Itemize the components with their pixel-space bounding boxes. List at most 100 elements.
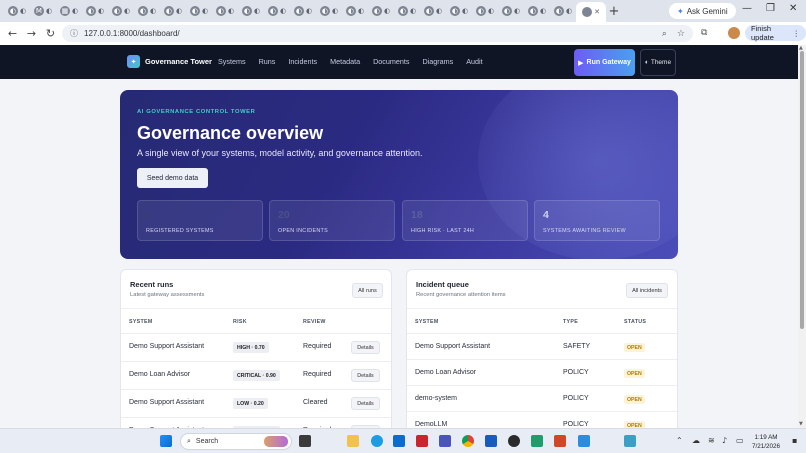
- status-badge: OPEN: [624, 421, 645, 428]
- file-explorer-icon[interactable]: [347, 435, 359, 447]
- table-row[interactable]: Demo Support Assistant SAFETY OPEN: [407, 334, 677, 360]
- task-view-icon[interactable]: [299, 435, 311, 447]
- table-row[interactable]: demo-system POLICY OPEN: [407, 386, 677, 412]
- browser-tab[interactable]: ◐ ◐: [550, 0, 576, 22]
- extensions-icon[interactable]: ⧉: [701, 28, 707, 38]
- back-icon[interactable]: ←: [3, 27, 22, 40]
- mcafee-icon[interactable]: [416, 435, 428, 447]
- browser-tab[interactable]: ◐ ◐: [238, 0, 264, 22]
- address-bar[interactable]: ⓘ 127.0.0.1:8000/dashboard/ ⌕ ☆: [62, 25, 693, 42]
- taskbar-search[interactable]: ⌕ Search: [180, 433, 292, 450]
- tray-chevron-icon[interactable]: ⌃: [676, 436, 683, 445]
- table-row[interactable]: Demo Loan Advisor POLICY OPEN: [407, 360, 677, 386]
- reload-icon[interactable]: ↻: [41, 27, 60, 40]
- tab-favicon-icon: ◐: [449, 6, 460, 16]
- browser-tab[interactable]: ◐ ◐: [134, 0, 160, 22]
- brand[interactable]: ✦ Governance Tower: [127, 55, 212, 68]
- browser-tab[interactable]: ◐ ◐: [186, 0, 212, 22]
- vscode-icon[interactable]: [578, 435, 590, 447]
- bookmark-star-icon[interactable]: ☆: [677, 29, 685, 39]
- start-icon[interactable]: [160, 435, 172, 447]
- all-incidents-button[interactable]: All incidents: [626, 283, 668, 298]
- all-runs-button[interactable]: All runs: [352, 283, 383, 298]
- browser-tab[interactable]: ◐ ◐: [498, 0, 524, 22]
- chatgpt-icon[interactable]: [508, 435, 520, 447]
- browser-tab[interactable]: ◐ ◐: [212, 0, 238, 22]
- battery-icon[interactable]: ▭: [736, 436, 744, 445]
- weather-icon[interactable]: ☁: [692, 436, 700, 445]
- browser-tab[interactable]: ◐ ◐: [472, 0, 498, 22]
- tab-active[interactable]: ✕: [576, 2, 606, 22]
- browser-tab[interactable]: ◐ ◐: [368, 0, 394, 22]
- table-row[interactable]: DemoLLM POLICY OPEN: [407, 412, 677, 428]
- browser-tab[interactable]: ◐ ◐: [394, 0, 420, 22]
- app-icon[interactable]: [624, 435, 636, 447]
- browser-tab[interactable]: ◐ ◐: [342, 0, 368, 22]
- excel-icon[interactable]: [531, 435, 543, 447]
- profile-avatar[interactable]: [728, 27, 740, 39]
- tab-favicon-icon: ◐: [241, 6, 252, 16]
- browser-tab[interactable]: ◐ ◐: [316, 0, 342, 22]
- wifi-icon[interactable]: ≋: [708, 436, 715, 445]
- moon-icon: ◐: [644, 59, 649, 66]
- maximize-icon[interactable]: ❐: [766, 3, 775, 14]
- details-button[interactable]: Details: [351, 369, 380, 382]
- zoom-icon[interactable]: ⌕: [662, 29, 667, 39]
- nav-link-diagrams[interactable]: Diagrams: [422, 57, 453, 66]
- seed-demo-data-button[interactable]: Seed demo data: [137, 168, 208, 188]
- system-clock[interactable]: 1:19 AM 7/21/2026: [752, 433, 780, 451]
- browser-tab[interactable]: ◐ ◐: [4, 0, 30, 22]
- tab-icon: ◐: [253, 7, 261, 15]
- nav-link-systems[interactable]: Systems: [218, 57, 246, 66]
- nav-link-documents[interactable]: Documents: [373, 57, 409, 66]
- tab-icon: ◐: [409, 7, 417, 15]
- forward-icon[interactable]: →: [22, 27, 41, 40]
- details-button[interactable]: Details: [351, 397, 380, 410]
- browser-tab[interactable]: ◐ ◐: [446, 0, 472, 22]
- browser-tab-strip: ◐ ◐ M ◐ ▦ ◐ ◐ ◐ ◐ ◐ ◐ ◐ ◐ ◐ ◐ ◐ ◐ ◐ ◐ ◐ ◐ ◐ ◐ ◐ ◐ ◐ ◐ ◐ ◐ ◐ ◐ ◐ ◐ ◐ ◐ ◐ ◐ ◐ ◐ ◐…: [0, 0, 806, 22]
- notifications-icon[interactable]: ▪: [792, 436, 797, 445]
- risk-badge: HIGH · 0.70: [233, 342, 269, 353]
- volume-icon[interactable]: ♪: [722, 436, 727, 445]
- store-icon[interactable]: [393, 435, 405, 447]
- chrome-icon[interactable]: [462, 435, 474, 447]
- teams-icon[interactable]: [439, 435, 451, 447]
- stat-registered-systems: 6 REGISTERED SYSTEMS: [137, 200, 263, 241]
- browser-tab[interactable]: ◐ ◐: [290, 0, 316, 22]
- browser-tab[interactable]: ◐ ◐: [524, 0, 550, 22]
- browser-tab[interactable]: ◐ ◐: [264, 0, 290, 22]
- nav-link-metadata[interactable]: Metadata: [330, 57, 360, 66]
- table-row: Demo Support AssistantCRITICAL · 0.90Req…: [121, 418, 391, 428]
- details-button[interactable]: Details: [351, 341, 380, 354]
- window-close-icon[interactable]: ✕: [789, 3, 797, 14]
- nav-link-runs[interactable]: Runs: [259, 57, 276, 66]
- browser-menu-icon[interactable]: ⋮: [793, 29, 801, 38]
- stat-label: SYSTEMS AWAITING REVIEW: [543, 228, 626, 234]
- browser-tab[interactable]: ▦ ◐: [56, 0, 82, 22]
- word-icon[interactable]: [485, 435, 497, 447]
- finish-update-button[interactable]: Finish update ⋮: [745, 24, 806, 42]
- browser-tab[interactable]: M ◐: [30, 0, 56, 22]
- site-info-icon[interactable]: ⓘ: [70, 28, 78, 39]
- edge-icon[interactable]: [371, 435, 383, 447]
- close-tab-icon[interactable]: ✕: [594, 8, 600, 16]
- browser-tab[interactable]: ◐ ◐: [420, 0, 446, 22]
- browser-tab[interactable]: ◐ ◐: [160, 0, 186, 22]
- tab-icon: ◐: [513, 7, 521, 15]
- run-gateway-button[interactable]: ▶ Run Gateway: [574, 49, 635, 76]
- gemini-icon: ✦: [677, 6, 684, 16]
- theme-toggle-button[interactable]: ◐ Theme: [640, 49, 676, 76]
- browser-tab[interactable]: ◐ ◐: [108, 0, 134, 22]
- page-scrollbar[interactable]: ▲ ▼: [798, 45, 806, 428]
- scroll-down-icon[interactable]: ▼: [799, 421, 803, 427]
- nav-link-audit[interactable]: Audit: [466, 57, 482, 66]
- nav-link-incidents[interactable]: Incidents: [288, 57, 317, 66]
- new-tab-button[interactable]: +: [606, 4, 622, 19]
- tab-favicon-icon: [582, 7, 593, 17]
- scrollbar-thumb[interactable]: [800, 51, 804, 329]
- powerpoint-icon[interactable]: [554, 435, 566, 447]
- minimize-icon[interactable]: —: [742, 3, 752, 14]
- ask-gemini-button[interactable]: ✦ Ask Gemini: [669, 3, 736, 19]
- browser-tab[interactable]: ◐ ◐: [82, 0, 108, 22]
- address-url[interactable]: 127.0.0.1:8000/dashboard/: [84, 29, 180, 38]
